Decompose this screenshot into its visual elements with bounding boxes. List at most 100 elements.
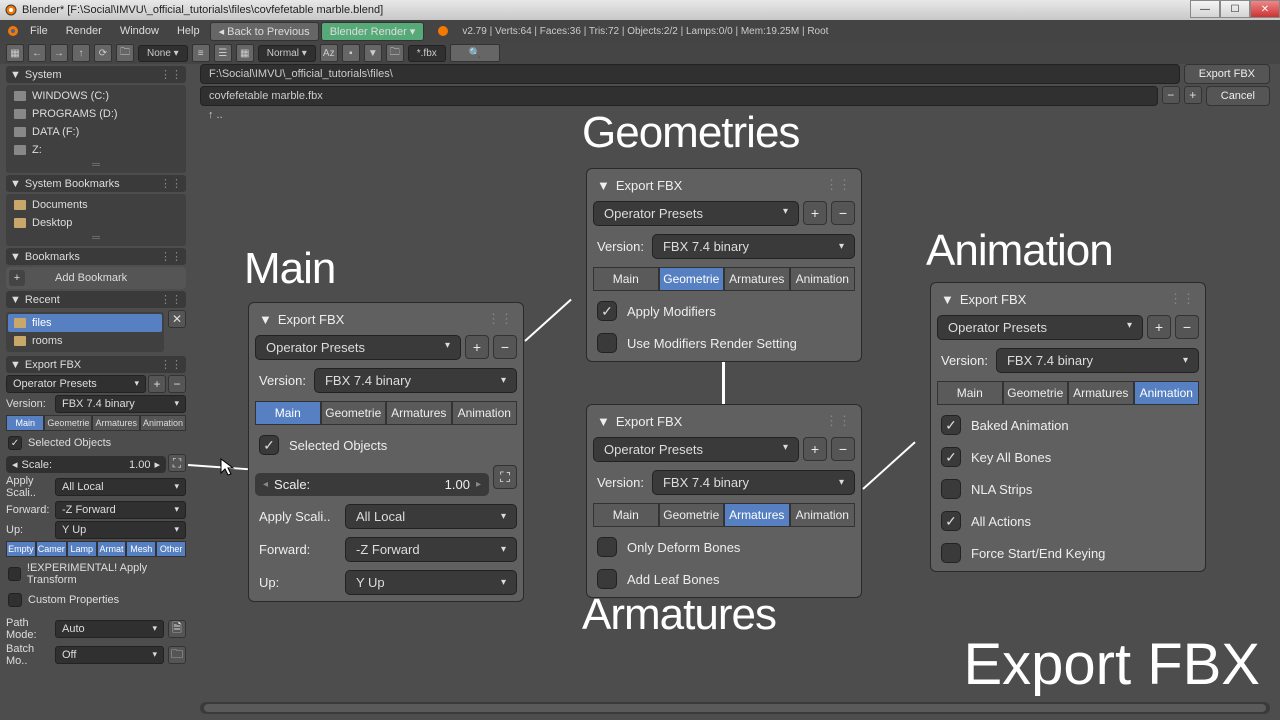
experimental-checkbox[interactable]	[8, 567, 21, 581]
parent-dir[interactable]: ↑ ..	[200, 107, 231, 123]
nav-up-icon[interactable]: ↑	[72, 44, 90, 62]
nav-fwd-icon[interactable]: →	[50, 44, 68, 62]
render-setting-checkbox[interactable]	[597, 333, 617, 353]
tab-armatures[interactable]: Armatures	[724, 267, 790, 291]
recent-item[interactable]: files	[8, 314, 162, 332]
filter-toggle-icon[interactable]: ▼	[364, 44, 382, 62]
version-select[interactable]: FBX 7.4 binary▾	[996, 348, 1199, 373]
scale-input[interactable]: ◂Scale:1.00▸	[6, 456, 166, 473]
operator-presets-select[interactable]: Operator Presets ▾	[6, 375, 146, 393]
type-lamp[interactable]: Lamp	[67, 541, 97, 557]
preset-add-button[interactable]: +	[803, 201, 827, 225]
selected-objects-checkbox[interactable]	[259, 435, 279, 455]
tab-geometries[interactable]: Geometrie	[1003, 381, 1069, 405]
list-long-icon[interactable]: ☰	[214, 44, 232, 62]
nav-back-icon[interactable]: ←	[28, 44, 46, 62]
tab-main[interactable]: Main	[937, 381, 1003, 405]
up-select[interactable]: Y Up▾	[345, 570, 517, 595]
preset-add-button[interactable]: +	[465, 335, 489, 359]
recent-header[interactable]: ▼Recent⋮⋮	[6, 291, 186, 308]
key-all-bones-checkbox[interactable]	[941, 447, 961, 467]
version-select[interactable]: FBX 7.4 binary▾	[652, 470, 855, 495]
tab-geometries[interactable]: Geometrie	[659, 503, 725, 527]
tab-animation[interactable]: Animation	[1134, 381, 1200, 405]
selected-objects-checkbox[interactable]	[8, 436, 22, 450]
back-button[interactable]: ◂ Back to Previous	[210, 22, 319, 41]
tab-main[interactable]: Main	[593, 267, 659, 291]
callout-header[interactable]: ▼Export FBX⋮⋮	[593, 175, 855, 195]
version-select[interactable]: FBX 7.4 binary▾	[652, 234, 855, 259]
batch-select[interactable]: Off▾	[55, 646, 164, 664]
tab-armatures[interactable]: Armatures	[92, 415, 140, 431]
menu-window[interactable]: Window	[112, 23, 167, 39]
callout-header[interactable]: ▼Export FBX⋮⋮	[255, 309, 517, 329]
pathmode-select[interactable]: Auto▾	[55, 620, 164, 638]
render-engine-select[interactable]: Blender Render ▾	[321, 22, 425, 41]
recent-item[interactable]: rooms	[8, 332, 162, 350]
drive-item[interactable]: WINDOWS (C:)	[8, 87, 184, 105]
tab-main[interactable]: Main	[6, 415, 44, 431]
sort-alpha-icon[interactable]: Az	[320, 44, 338, 62]
thumb-icon[interactable]: ▦	[236, 44, 254, 62]
operator-presets-select[interactable]: Operator Presets▾	[255, 335, 461, 360]
operator-presets-select[interactable]: Operator Presets▾	[593, 437, 799, 462]
minimize-button[interactable]: —	[1190, 0, 1220, 18]
tab-geometries[interactable]: Geometrie	[321, 401, 387, 425]
tab-animation[interactable]: Animation	[452, 401, 518, 425]
directory-path-input[interactable]: F:\Social\IMVU\_official_tutorials\files…	[200, 64, 1180, 84]
filter-folder-icon[interactable]: 🗀	[386, 44, 404, 62]
system-bookmarks-header[interactable]: ▼System Bookmarks⋮⋮	[6, 175, 186, 192]
tab-main[interactable]: Main	[593, 503, 659, 527]
tab-animation[interactable]: Animation	[140, 415, 186, 431]
type-empty[interactable]: Empty	[6, 541, 36, 557]
filename-input[interactable]: covfefetable marble.fbx	[200, 86, 1158, 106]
sort-select[interactable]: Normal ▾	[258, 45, 316, 62]
operator-presets-select[interactable]: Operator Presets▾	[937, 315, 1143, 340]
baked-anim-checkbox[interactable]	[941, 415, 961, 435]
preset-add-button[interactable]: +	[803, 437, 827, 461]
force-keying-checkbox[interactable]	[941, 543, 961, 563]
type-other[interactable]: Other	[156, 541, 186, 557]
menu-file[interactable]: File	[22, 23, 56, 39]
list-short-icon[interactable]: ≡	[192, 44, 210, 62]
nla-strips-checkbox[interactable]	[941, 479, 961, 499]
bookmark-item[interactable]: Documents	[8, 196, 184, 214]
tab-main[interactable]: Main	[255, 401, 321, 425]
preset-remove-button[interactable]: −	[1175, 315, 1199, 339]
decrement-button[interactable]: −	[1162, 86, 1180, 104]
type-mesh[interactable]: Mesh	[126, 541, 156, 557]
tab-animation[interactable]: Animation	[790, 503, 856, 527]
menu-help[interactable]: Help	[169, 23, 208, 39]
leaf-bones-checkbox[interactable]	[597, 569, 617, 589]
bookmark-item[interactable]: Desktop	[8, 214, 184, 232]
clear-recent-button[interactable]: ✕	[168, 310, 186, 328]
embed-icon[interactable]: 🗎	[168, 620, 186, 638]
forward-select[interactable]: -Z Forward▾	[345, 537, 517, 562]
preset-add-button[interactable]: +	[148, 375, 166, 393]
add-bookmark-button[interactable]: +Add Bookmark	[6, 267, 186, 289]
scrollbar-thumb[interactable]	[204, 704, 1266, 712]
operator-presets-select[interactable]: Operator Presets▾	[593, 201, 799, 226]
preset-remove-button[interactable]: −	[831, 201, 855, 225]
show-hidden-icon[interactable]: ▪	[342, 44, 360, 62]
tab-armatures[interactable]: Armatures	[724, 503, 790, 527]
drive-item[interactable]: Z:	[8, 141, 184, 159]
tab-geometries[interactable]: Geometrie	[659, 267, 725, 291]
preset-remove-button[interactable]: −	[831, 437, 855, 461]
export-fbx-button[interactable]: Export FBX	[1184, 64, 1270, 84]
tab-geometries[interactable]: Geometrie	[44, 415, 92, 431]
drive-item[interactable]: PROGRAMS (D:)	[8, 105, 184, 123]
drive-item[interactable]: DATA (F:)	[8, 123, 184, 141]
up-select[interactable]: Y Up▾	[55, 521, 186, 539]
batch-own-dir-icon[interactable]: 🗀	[168, 646, 186, 664]
all-actions-checkbox[interactable]	[941, 511, 961, 531]
increment-button[interactable]: +	[1184, 86, 1202, 104]
nav-refresh-icon[interactable]: ⟳	[94, 44, 112, 62]
apply-scaling-select[interactable]: All Local▾	[345, 504, 517, 529]
version-select[interactable]: FBX 7.4 binary▾	[55, 395, 186, 413]
file-filter[interactable]: *.fbx	[408, 45, 446, 62]
preset-remove-button[interactable]: −	[168, 375, 186, 393]
callout-header[interactable]: ▼Export FBX⋮⋮	[937, 289, 1199, 309]
menu-render[interactable]: Render	[58, 23, 110, 39]
custom-props-checkbox[interactable]	[8, 593, 22, 607]
